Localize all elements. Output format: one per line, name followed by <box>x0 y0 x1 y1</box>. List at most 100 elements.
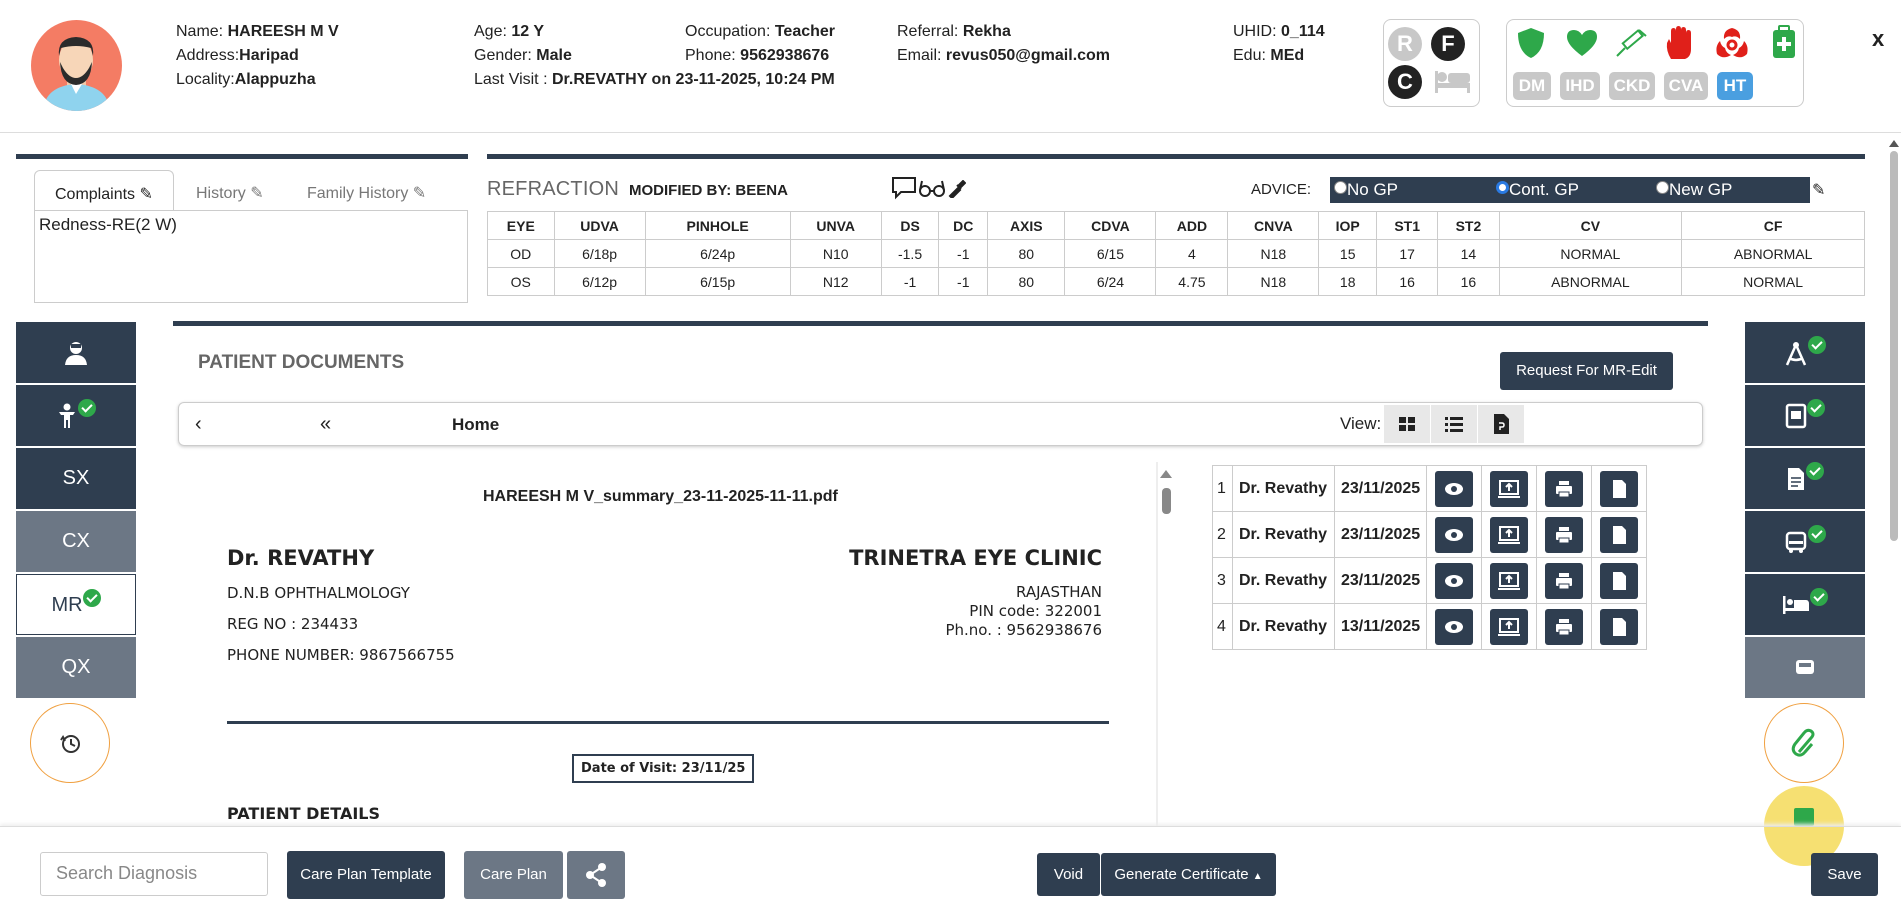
refraction-cell[interactable]: 6/15p <box>644 267 791 296</box>
medical-kit-icon[interactable] <box>1771 25 1797 59</box>
care-plan-button[interactable]: Care Plan <box>464 851 563 899</box>
nav-ambulance[interactable] <box>1745 511 1865 572</box>
nav-patient-check[interactable] <box>16 385 136 446</box>
view-icon[interactable] <box>1435 516 1474 553</box>
advice-cont-gp[interactable]: Cont. GP <box>1496 180 1579 200</box>
print-icon[interactable] <box>1545 562 1584 599</box>
refraction-cell[interactable]: ABNORMAL <box>1498 267 1683 296</box>
document-row[interactable]: 2 Dr. Revathy 23/11/2025 <box>1212 511 1648 558</box>
file-icon[interactable] <box>1600 470 1639 507</box>
tag-cva[interactable]: CVA <box>1664 72 1708 100</box>
tab-history[interactable]: History ✎ <box>196 183 264 203</box>
nav-document[interactable] <box>1745 448 1865 509</box>
nav-bed[interactable] <box>1745 574 1865 635</box>
document-row[interactable]: 1 Dr. Revathy 23/11/2025 <box>1212 465 1648 512</box>
refraction-cell[interactable]: 16 <box>1376 267 1439 296</box>
radio-cont-gp[interactable] <box>1496 181 1509 194</box>
dropper-icon[interactable] <box>948 180 966 198</box>
refraction-cell[interactable]: 14 <box>1437 239 1500 268</box>
refraction-cell[interactable]: N12 <box>789 267 882 296</box>
print-icon[interactable] <box>1545 608 1584 645</box>
request-mr-edit-button[interactable]: Request For MR-Edit <box>1500 352 1673 390</box>
grid-view-icon[interactable] <box>1384 405 1430 443</box>
refraction-cell[interactable]: NORMAL <box>1681 267 1865 296</box>
upload-screen-icon[interactable] <box>1490 516 1529 553</box>
care-plan-template-button[interactable]: Care Plan Template <box>287 851 445 899</box>
refraction-cell[interactable]: OD <box>487 239 555 268</box>
pdf-view-icon[interactable] <box>1478 405 1524 443</box>
share-button[interactable] <box>567 851 625 899</box>
advice-new-gp[interactable]: New GP <box>1656 180 1732 200</box>
breadcrumb-home[interactable]: Home <box>452 415 499 435</box>
file-icon[interactable] <box>1600 608 1639 645</box>
nav-vehicle[interactable] <box>1745 637 1865 698</box>
print-icon[interactable] <box>1545 470 1584 507</box>
upload-screen-icon[interactable] <box>1490 608 1529 645</box>
refraction-cell[interactable]: 6/12p <box>553 267 646 296</box>
view-icon[interactable] <box>1435 608 1474 645</box>
heart-icon[interactable] <box>1565 28 1599 58</box>
bed-icon[interactable] <box>1433 69 1471 95</box>
refraction-cell[interactable]: N10 <box>789 239 882 268</box>
close-button[interactable]: x <box>1872 26 1884 52</box>
view-icon[interactable] <box>1435 470 1474 507</box>
nav-cx[interactable]: CX <box>16 511 136 572</box>
refraction-cell[interactable]: 16 <box>1437 267 1500 296</box>
nav-report[interactable] <box>1745 385 1865 446</box>
save-button[interactable]: Save <box>1811 853 1878 896</box>
refraction-cell[interactable]: N18 <box>1227 267 1320 296</box>
refraction-cell[interactable]: N18 <box>1227 239 1320 268</box>
refraction-cell[interactable]: NORMAL <box>1498 239 1683 268</box>
nav-doctor[interactable] <box>16 322 136 383</box>
nav-compass[interactable] <box>1745 322 1865 383</box>
refraction-cell[interactable]: 17 <box>1376 239 1439 268</box>
refraction-cell[interactable]: -1 <box>938 267 989 296</box>
biohazard-icon[interactable] <box>1713 24 1751 62</box>
badge-c[interactable]: C <box>1388 65 1422 99</box>
badge-f[interactable]: F <box>1431 27 1465 61</box>
file-icon[interactable] <box>1600 562 1639 599</box>
glasses-icon[interactable] <box>918 179 946 199</box>
comment-icon[interactable] <box>891 176 917 200</box>
refraction-cell[interactable]: 6/24 <box>1064 267 1157 296</box>
tab-complaints[interactable]: Complaints ✎ <box>34 170 174 211</box>
upload-screen-icon[interactable] <box>1490 562 1529 599</box>
advice-edit-icon[interactable]: ✎ <box>1812 180 1825 200</box>
radio-no-gp[interactable] <box>1334 181 1347 194</box>
print-icon[interactable] <box>1545 516 1584 553</box>
tag-ht[interactable]: HT <box>1717 72 1753 100</box>
hand-icon[interactable] <box>1663 25 1697 61</box>
shield-icon[interactable] <box>1515 26 1547 60</box>
pdf-scrollbar[interactable] <box>1160 470 1172 826</box>
refraction-cell[interactable]: -1.5 <box>880 239 940 268</box>
history-button[interactable] <box>30 703 110 783</box>
tag-dm[interactable]: DM <box>1513 72 1551 100</box>
void-button[interactable]: Void <box>1037 853 1100 896</box>
refraction-cell[interactable]: 80 <box>987 267 1066 296</box>
tag-ckd[interactable]: CKD <box>1609 72 1655 100</box>
refraction-cell[interactable]: -1 <box>938 239 989 268</box>
tab-family-history[interactable]: Family History ✎ <box>307 183 426 203</box>
complaints-text[interactable]: Redness-RE(2 W) <box>34 210 468 303</box>
view-icon[interactable] <box>1435 562 1474 599</box>
refraction-cell[interactable]: ABNORMAL <box>1681 239 1865 268</box>
nav-qx[interactable]: QX <box>16 637 136 698</box>
back-icon[interactable]: ‹ <box>195 413 202 436</box>
refraction-cell[interactable]: 6/24p <box>644 239 791 268</box>
document-row[interactable]: 3 Dr. Revathy 23/11/2025 <box>1212 557 1648 604</box>
refraction-cell[interactable]: 6/15 <box>1064 239 1157 268</box>
upload-screen-icon[interactable] <box>1490 470 1529 507</box>
refraction-cell[interactable]: 4 <box>1155 239 1229 268</box>
refraction-cell[interactable]: OS <box>487 267 555 296</box>
refraction-cell[interactable]: -1 <box>880 267 940 296</box>
nav-mr[interactable]: MR <box>16 574 136 635</box>
advice-no-gp[interactable]: No GP <box>1334 180 1398 200</box>
refraction-cell[interactable]: 18 <box>1318 267 1378 296</box>
page-scrollbar[interactable] <box>1889 140 1899 825</box>
attachment-button[interactable] <box>1764 703 1844 783</box>
syringe-icon[interactable] <box>1613 26 1649 60</box>
tag-ihd[interactable]: IHD <box>1560 72 1600 100</box>
list-view-icon[interactable] <box>1431 405 1477 443</box>
nav-sx[interactable]: SX <box>16 448 136 509</box>
generate-certificate-button[interactable]: Generate Certificate ▲ <box>1101 853 1276 896</box>
